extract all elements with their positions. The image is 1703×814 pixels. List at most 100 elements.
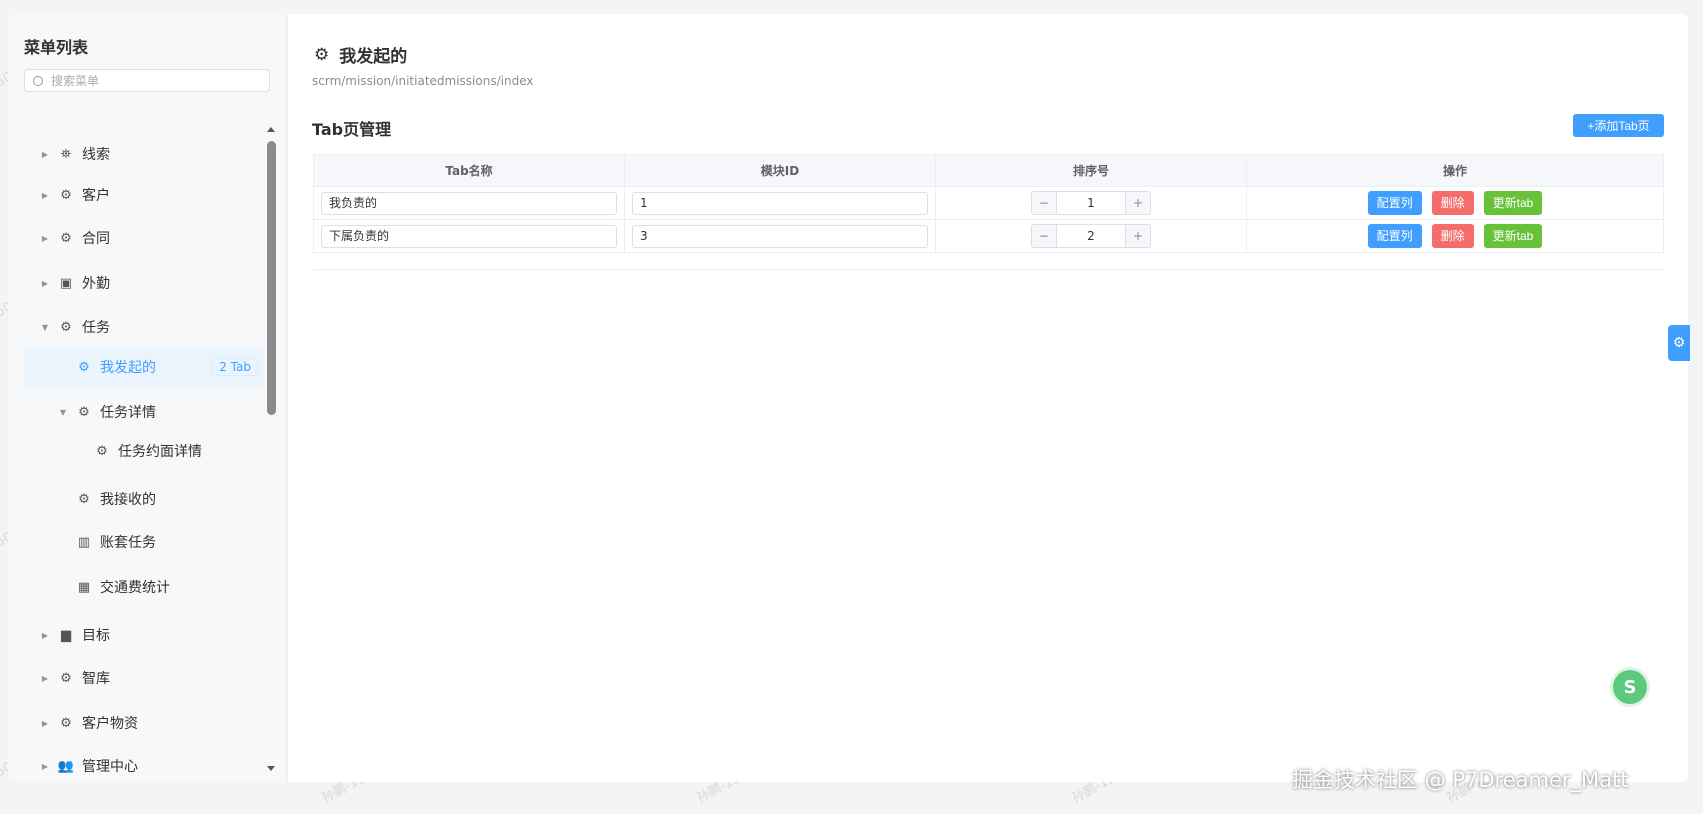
cell: 3 [624, 219, 936, 253]
menu-item[interactable]: ▶ 👥 管理中心 [24, 746, 264, 786]
menu-item[interactable]: ▶ ⛯ 线索 [24, 134, 264, 174]
gear-icon: ⚙ [96, 443, 108, 459]
cogs-icon: ⚙ [60, 670, 72, 686]
cell: 下属负责的 [313, 219, 625, 253]
decrement-button[interactable]: − [1032, 225, 1056, 247]
gear-icon: ⚙ [78, 359, 90, 375]
assistant-logo-button[interactable]: S [1613, 670, 1647, 704]
order-value[interactable]: 2 [1056, 225, 1126, 247]
cogs-icon: ⚙ [60, 715, 72, 731]
cell: 配置列 删除 更新tab [1246, 219, 1664, 253]
cogs-icon: ⚙ [60, 319, 72, 335]
search-placeholder: 搜索菜单 [51, 74, 100, 88]
section-title: Tab页管理 [312, 120, 392, 139]
table-row: 下属负责的 3 −2 + 配置列 删除 更新tab [313, 219, 1664, 253]
caret-right-icon[interactable]: ▶ [38, 191, 52, 200]
menu-item-label: 客户 [82, 188, 110, 204]
menu-item-label: 客户物资 [82, 716, 138, 732]
col-header: Tab名称 [313, 154, 625, 187]
cell: 1 [624, 186, 936, 220]
update-tab-button[interactable]: 更新tab [1483, 224, 1543, 248]
menu-item-label: 我接收的 [100, 492, 156, 508]
delete-button[interactable]: 删除 [1431, 191, 1474, 215]
caret-right-icon[interactable]: ▶ [38, 234, 52, 243]
menu-item[interactable]: ▶ ⚙ 智库 [24, 658, 264, 698]
menu-item-label: 任务 [82, 320, 110, 336]
delete-button[interactable]: 删除 [1431, 224, 1474, 248]
module-id-input[interactable]: 1 [632, 191, 928, 215]
increment-button[interactable]: + [1126, 192, 1150, 214]
menu-item[interactable]: ⚙ 任务约面详情 [24, 431, 264, 471]
scroll-down-arrow[interactable] [267, 766, 275, 771]
gear-icon: ⚙ [314, 44, 330, 65]
cell: 配置列 删除 更新tab [1246, 186, 1664, 220]
credit-watermark: 掘金技术社区 @ P7Dreamer_Matt [1292, 768, 1629, 792]
gear-icon: ⚙ [78, 491, 90, 507]
menu-item[interactable]: ⚙ 我发起的 2 Tab [24, 347, 264, 387]
tab-name-input[interactable]: 我负责的 [321, 191, 617, 215]
scroll-up-arrow[interactable] [267, 127, 275, 132]
page-title-text: 我发起的 [339, 47, 408, 67]
menu-item[interactable]: ▼ ⚙ 任务 [24, 307, 264, 347]
menu-item[interactable]: ▶ ▣ 外勤 [24, 263, 264, 303]
binoculars-icon: ⛯ [60, 146, 72, 162]
settings-float-button[interactable]: ⚙ [1668, 325, 1690, 361]
cogs-icon: ⚙ [60, 187, 72, 203]
config-columns-button[interactable]: 配置列 [1367, 191, 1422, 215]
module-id-input[interactable]: 3 [632, 224, 928, 248]
bar-chart-icon: ▆ [61, 627, 71, 643]
order-value[interactable]: 1 [1056, 192, 1126, 214]
cell: 我负责的 [313, 186, 625, 220]
menu-item[interactable]: ▼ ⚙ 任务详情 [24, 392, 264, 432]
caret-right-icon[interactable]: ▶ [38, 279, 52, 288]
sidebar-title: 菜单列表 [24, 38, 89, 57]
tab-name-input[interactable]: 下属负责的 [321, 224, 617, 248]
caret-right-icon[interactable]: ▶ [38, 719, 52, 728]
menu-item-label: 交通费统计 [100, 580, 170, 596]
cell: −1 + [935, 186, 1247, 220]
increment-button[interactable]: + [1126, 225, 1150, 247]
table-icon: ▦ [77, 579, 91, 595]
badge-icon: ▣ [59, 275, 73, 291]
caret-right-icon[interactable]: ▶ [38, 150, 52, 159]
menu-item-label: 外勤 [82, 276, 110, 292]
caret-down-icon[interactable]: ▼ [38, 323, 52, 332]
scrollbar-thumb[interactable] [267, 141, 276, 415]
cell: −2 + [935, 219, 1247, 253]
menu-item-label: 账套任务 [100, 535, 156, 551]
menu-item[interactable]: ▶ ⚙ 客户物资 [24, 703, 264, 743]
menu-item-label: 任务详情 [100, 405, 156, 421]
caret-right-icon[interactable]: ▶ [38, 762, 52, 771]
sidebar: 菜单列表 搜索菜单 ▶ ⛯ 线索 ▶ ⚙ 客户 ▶ ⚙ 合同 ▶ ▣ 外勤 ▼ ⚙ 任务 ⚙ 我发起的 2 Tab… [8, 14, 287, 782]
route-path: scrm/mission/initiatedmissions/index [312, 74, 534, 88]
caret-down-icon[interactable]: ▼ [56, 408, 70, 417]
books-icon: ▥ [77, 534, 91, 550]
menu-item-label: 管理中心 [82, 759, 138, 775]
add-tab-button[interactable]: +添加Tab页 [1573, 114, 1664, 137]
page-title: ⚙ 我发起的 [314, 42, 408, 68]
users-icon: 👥 [57, 758, 75, 774]
order-stepper: −2 + [1031, 224, 1151, 248]
col-header: 操作 [1246, 154, 1664, 187]
caret-right-icon[interactable]: ▶ [38, 674, 52, 683]
menu-item-label: 合同 [82, 231, 110, 247]
menu-item-label: 智库 [82, 671, 110, 687]
menu-item-label: 目标 [82, 628, 110, 644]
menu-item[interactable]: ▶ ▆ 目标 [24, 615, 264, 655]
update-tab-button[interactable]: 更新tab [1483, 191, 1543, 215]
search-input[interactable]: 搜索菜单 [24, 69, 270, 92]
decrement-button[interactable]: − [1032, 192, 1056, 214]
menu-item[interactable]: ⚙ 我接收的 [24, 479, 264, 519]
menu-item[interactable]: ▥ 账套任务 [24, 522, 264, 562]
menu-item-label: 我发起的 [100, 360, 156, 376]
menu-item[interactable]: ▦ 交通费统计 [24, 567, 264, 607]
caret-right-icon[interactable]: ▶ [38, 631, 52, 640]
menu-item[interactable]: ▶ ⚙ 客户 [24, 175, 264, 215]
order-stepper: −1 + [1031, 191, 1151, 215]
main-panel: ⚙ 我发起的 scrm/mission/initiatedmissions/ind… [288, 14, 1688, 782]
menu-item[interactable]: ▶ ⚙ 合同 [24, 218, 264, 258]
config-columns-button[interactable]: 配置列 [1367, 224, 1422, 248]
cogs-icon: ⚙ [60, 230, 72, 246]
table-row: 我负责的 1 −1 + 配置列 删除 更新tab [313, 186, 1664, 220]
divider [313, 269, 1664, 270]
